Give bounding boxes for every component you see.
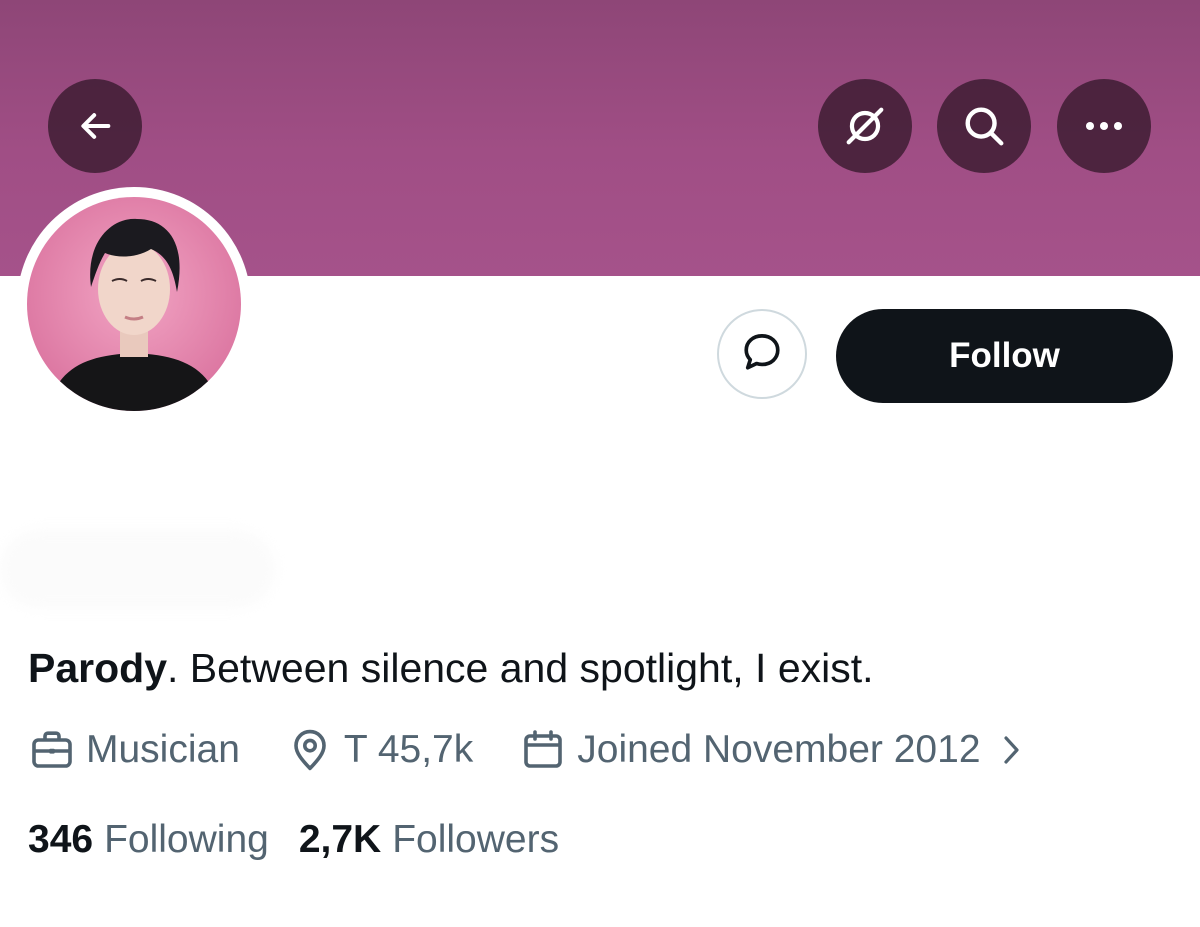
location-item: T 45,7k xyxy=(286,726,473,774)
search-icon xyxy=(961,103,1007,149)
back-button[interactable] xyxy=(48,79,142,173)
followers-link[interactable]: 2,7K Followers xyxy=(299,818,559,862)
followers-count: 2,7K xyxy=(298,818,382,861)
following-count: 346 xyxy=(28,818,94,861)
follow-button[interactable]: Follow xyxy=(836,309,1173,403)
chevron-right-icon xyxy=(1001,733,1033,767)
joined-text: Joined November 2012 xyxy=(577,728,981,771)
bio-text: . Between silence and spotlight, I exist… xyxy=(167,645,874,691)
joined-item[interactable]: Joined November 2012 xyxy=(519,726,1032,774)
avatar[interactable] xyxy=(27,197,241,411)
calendar-icon xyxy=(519,726,577,774)
search-button[interactable] xyxy=(937,79,1031,173)
profile-page: Follow Parody. Between silence and spotl… xyxy=(0,0,1200,927)
profile-bio: Parody. Between silence and spotlight, I… xyxy=(28,640,874,696)
redacted-display-name xyxy=(0,530,275,608)
message-button[interactable] xyxy=(717,309,807,399)
profile-meta: Musician T 45,7k Joined November 2012 xyxy=(28,722,1033,778)
grok-button[interactable] xyxy=(818,79,912,173)
profession-item: Musician xyxy=(28,726,240,774)
bio-parody-label: Parody xyxy=(28,645,167,691)
profile-stats: 346 Following 2,7K Followers xyxy=(28,812,559,868)
followers-label: Followers xyxy=(392,818,560,861)
location-text: T 45,7k xyxy=(343,728,474,771)
more-button[interactable] xyxy=(1057,79,1151,173)
briefcase-icon xyxy=(28,726,86,774)
following-link[interactable]: 346 Following xyxy=(28,818,269,862)
message-bubble-icon xyxy=(740,330,784,379)
more-horizontal-icon xyxy=(1082,118,1126,134)
arrow-left-icon xyxy=(75,106,115,146)
profession-text: Musician xyxy=(86,728,240,771)
location-pin-icon xyxy=(286,726,344,774)
grok-icon xyxy=(842,103,888,149)
following-label: Following xyxy=(104,818,269,861)
